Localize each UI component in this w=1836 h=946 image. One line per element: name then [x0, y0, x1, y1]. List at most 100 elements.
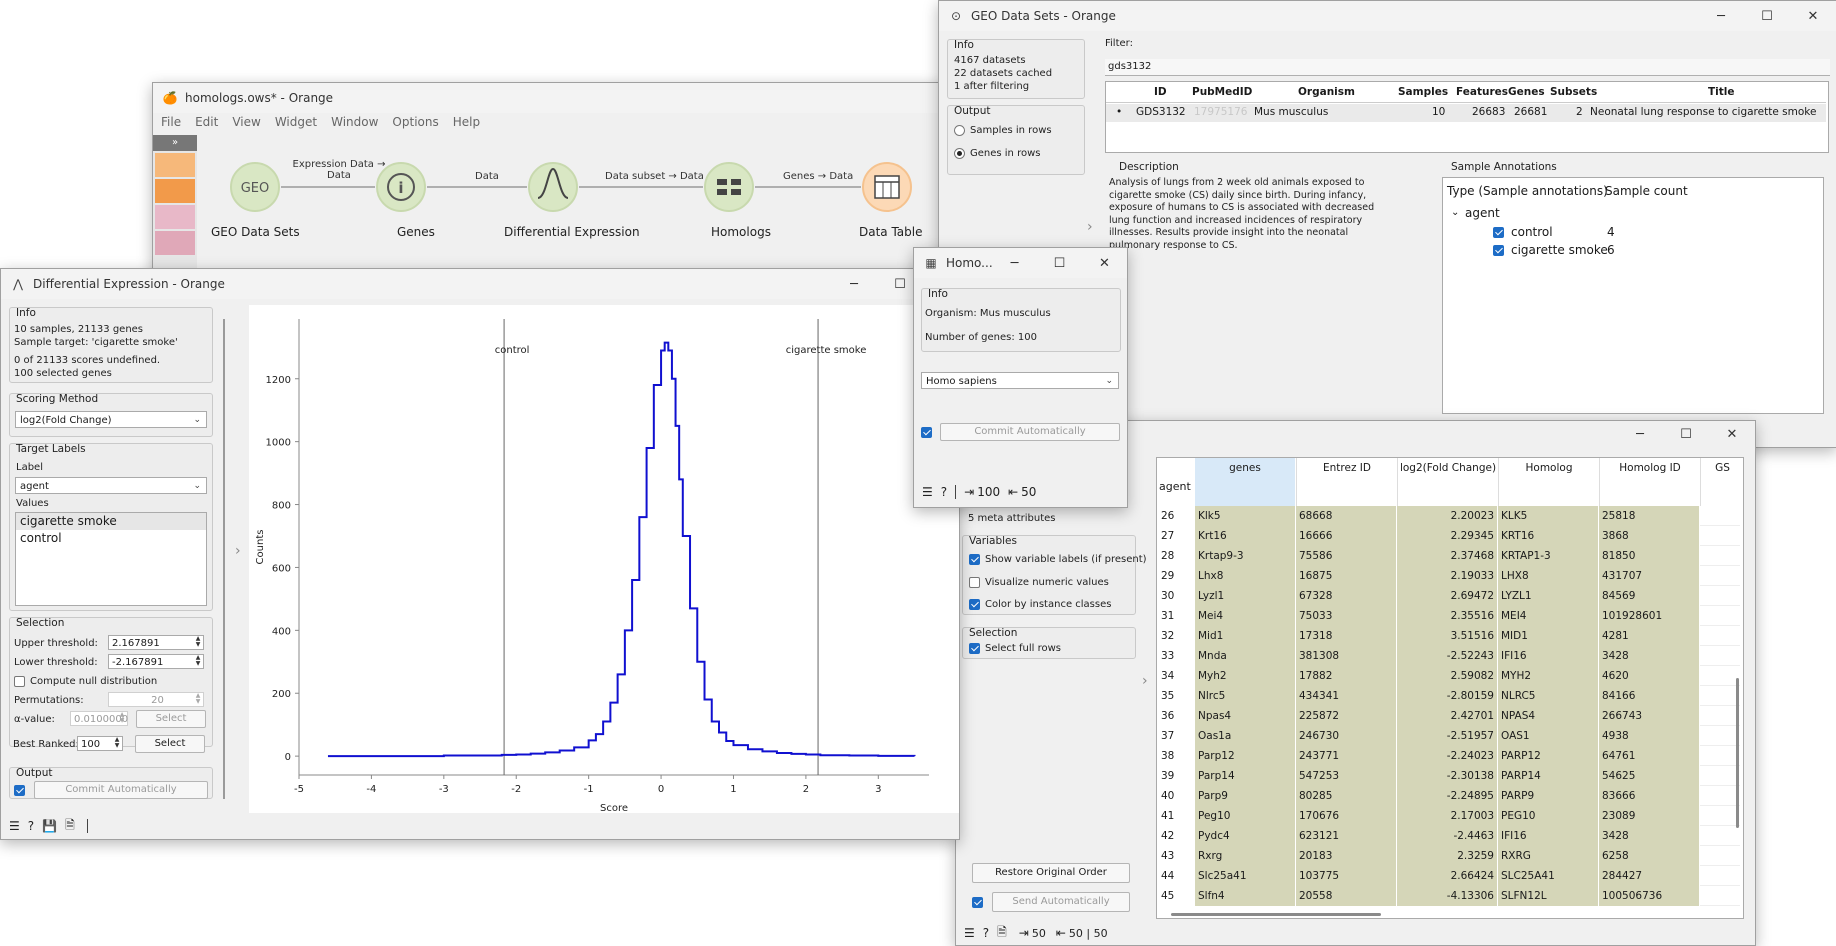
- minimize-icon[interactable]: ─: [831, 269, 877, 299]
- table-row[interactable]: 30 Lyzl1 67328 2.69472 LYZL1 84569: [1157, 586, 1743, 606]
- table-row[interactable]: 34 Myh2 17882 2.59082 MYH2 4620: [1157, 666, 1743, 686]
- homo-commit-button[interactable]: Commit Automatically: [940, 423, 1120, 441]
- spin-arrows-icon[interactable]: ▲ ▼: [193, 693, 203, 706]
- best-ranked-select-button[interactable]: Select: [135, 735, 205, 753]
- report-icon[interactable]: 🗎: [65, 816, 75, 837]
- table-row[interactable]: 40 Parp9 80285 -2.24895 PARP9 83666: [1157, 786, 1743, 806]
- col-header-title[interactable]: Title: [1708, 86, 1735, 98]
- color-classes-checkbox[interactable]: [969, 599, 980, 610]
- filter-input[interactable]: gds3132: [1105, 59, 1830, 76]
- table-row[interactable]: 31 Mei4 75033 2.35516 MEI4 101928601: [1157, 606, 1743, 626]
- table-row[interactable]: 36 Npas4 225872 2.42701 NPAS4 266743: [1157, 706, 1743, 726]
- menu-window[interactable]: Window: [331, 115, 378, 133]
- sa-smoke-checkbox[interactable]: [1493, 245, 1504, 256]
- minimize-icon[interactable]: ─: [992, 248, 1037, 278]
- alpha-input[interactable]: 0.0100000 ▲ ▼: [70, 711, 128, 726]
- help-icon[interactable]: ?: [941, 485, 947, 499]
- col-header-pubmed[interactable]: PubMedID: [1192, 86, 1252, 98]
- send-auto-checkbox[interactable]: [972, 897, 983, 908]
- table-row[interactable]: 29 Lhx8 16875 2.19033 LHX8 431707: [1157, 566, 1743, 586]
- menu-edit[interactable]: Edit: [195, 115, 218, 133]
- label-select[interactable]: agent ⌄: [15, 477, 207, 494]
- menu-help[interactable]: Help: [453, 115, 480, 133]
- node-geo-datasets[interactable]: GEO: [230, 162, 280, 212]
- maximize-icon[interactable]: ☐: [1663, 421, 1709, 447]
- spin-arrows-icon[interactable]: ▲ ▼: [112, 737, 122, 750]
- spin-arrows-icon[interactable]: ▲ ▼: [117, 712, 127, 725]
- toolbox-collapse-button[interactable]: »: [153, 135, 197, 151]
- col-header-homolog-id[interactable]: Homolog ID: [1599, 458, 1700, 506]
- close-icon[interactable]: ✕: [1709, 421, 1755, 447]
- table-row[interactable]: 45 Slfn4 20558 -4.13306 SLFN12L 100506736: [1157, 886, 1743, 906]
- target-organism-select[interactable]: Homo sapiens ⌄: [921, 372, 1119, 389]
- grid-horizontal-scrollbar[interactable]: [1171, 913, 1381, 916]
- restore-order-button[interactable]: Restore Original Order: [972, 863, 1130, 883]
- visualize-numeric-checkbox[interactable]: [969, 577, 980, 588]
- node-homologs[interactable]: [704, 162, 754, 212]
- close-icon[interactable]: ✕: [1082, 248, 1127, 278]
- spin-arrows-icon[interactable]: ▲ ▼: [193, 636, 203, 649]
- de-commit-checkbox[interactable]: [14, 785, 25, 796]
- lower-threshold-input[interactable]: -2.167891 ▲ ▼: [108, 654, 204, 669]
- scoring-method-select[interactable]: log2(Fold Change) ⌄: [15, 411, 207, 428]
- maximize-icon[interactable]: ☐: [1744, 1, 1790, 31]
- report-icon[interactable]: 🗎: [997, 923, 1007, 944]
- grid-vertical-scrollbar[interactable]: [1736, 678, 1739, 828]
- best-ranked-input[interactable]: 100 ▲ ▼: [77, 736, 123, 751]
- minimize-icon[interactable]: ─: [1617, 421, 1663, 447]
- table-row[interactable]: 42 Pydc4 623121 -2.4463 IFI16 3428: [1157, 826, 1743, 846]
- homo-commit-checkbox[interactable]: [921, 427, 932, 438]
- col-header-subsets[interactable]: Subsets: [1550, 86, 1597, 98]
- table-row[interactable]: 39 Parp14 547253 -2.30138 PARP14 54625: [1157, 766, 1743, 786]
- dt-expand-arrow-icon[interactable]: ›: [1142, 673, 1148, 689]
- table-row[interactable]: 38 Parp12 243771 -2.24023 PARP12 64761: [1157, 746, 1743, 766]
- col-header-id[interactable]: ID: [1154, 86, 1167, 98]
- table-row[interactable]: 28 Krtap9-3 75586 2.37468 KRTAP1-3 81850: [1157, 546, 1743, 566]
- menu-icon[interactable]: ☰: [9, 819, 20, 833]
- toolbox-table-icon[interactable]: [155, 153, 195, 177]
- help-icon[interactable]: ?: [28, 819, 34, 833]
- col-header-organism[interactable]: Organism: [1298, 86, 1355, 98]
- splitter-handle[interactable]: [223, 319, 225, 799]
- col-header-gs[interactable]: GS: [1700, 458, 1743, 506]
- table-row[interactable]: 33 Mnda 381308 -2.52243 IFI16 3428: [1157, 646, 1743, 666]
- table-row[interactable]: 27 Krt16 16666 2.29345 KRT16 3868: [1157, 526, 1743, 546]
- de-expand-arrow-icon[interactable]: ›: [235, 543, 241, 559]
- col-header-genes[interactable]: Genes: [1508, 86, 1545, 98]
- sa-header-type[interactable]: Type (Sample annotations): [1447, 184, 1608, 198]
- cell-pubmed[interactable]: 17975176: [1194, 106, 1247, 118]
- col-header-genes[interactable]: genes: [1195, 458, 1295, 506]
- sa-control-checkbox[interactable]: [1493, 227, 1504, 238]
- menu-widget[interactable]: Widget: [275, 115, 317, 133]
- samples-in-rows-radio[interactable]: [954, 125, 965, 136]
- table-row[interactable]: 44 Slc25a41 103775 2.66424 SLC25A41 284427: [1157, 866, 1743, 886]
- select-full-rows-checkbox[interactable]: [969, 643, 980, 654]
- table-row[interactable]: 37 Oas1a 246730 -2.51957 OAS1 4938: [1157, 726, 1743, 746]
- toolbox-transform-icon[interactable]: [155, 179, 195, 203]
- help-icon[interactable]: ?: [983, 926, 989, 940]
- genes-in-rows-radio[interactable]: [954, 148, 965, 159]
- sa-header-count[interactable]: Sample count: [1605, 184, 1688, 198]
- send-automatically-button[interactable]: Send Automatically: [992, 892, 1130, 912]
- col-header-log2fc[interactable]: log2(Fold Change): [1397, 458, 1498, 506]
- table-row[interactable]: 43 Rxrg 20183 2.3259 RXRG 6258: [1157, 846, 1743, 866]
- minimize-icon[interactable]: ─: [1698, 1, 1744, 31]
- menu-options[interactable]: Options: [392, 115, 438, 133]
- menu-view[interactable]: View: [232, 115, 260, 133]
- toolbox-scatter-icon[interactable]: [155, 205, 195, 229]
- upper-threshold-input[interactable]: 2.167891 ▲ ▼: [108, 635, 204, 650]
- values-item-control[interactable]: control: [16, 530, 206, 547]
- close-icon[interactable]: ✕: [1790, 1, 1836, 31]
- dataset-row[interactable]: • GDS3132 17975176 Mus musculus 10 26683…: [1106, 104, 1826, 122]
- values-item-cigarette-smoke[interactable]: cigarette smoke: [16, 513, 206, 530]
- col-header-samples[interactable]: Samples: [1398, 86, 1448, 98]
- table-row[interactable]: 41 Peg10 170676 2.17003 PEG10 23089: [1157, 806, 1743, 826]
- menu-icon[interactable]: ☰: [922, 485, 933, 499]
- menu-icon[interactable]: ☰: [964, 926, 975, 940]
- col-header-features[interactable]: Features: [1456, 86, 1508, 98]
- permutations-input[interactable]: 20 ▲ ▼: [108, 692, 204, 707]
- save-icon[interactable]: 💾: [42, 819, 57, 833]
- description-expand-arrow-icon[interactable]: ›: [1087, 219, 1093, 235]
- de-commit-button[interactable]: Commit Automatically: [34, 781, 208, 799]
- table-row[interactable]: 35 Nlrc5 434341 -2.80159 NLRC5 84166: [1157, 686, 1743, 706]
